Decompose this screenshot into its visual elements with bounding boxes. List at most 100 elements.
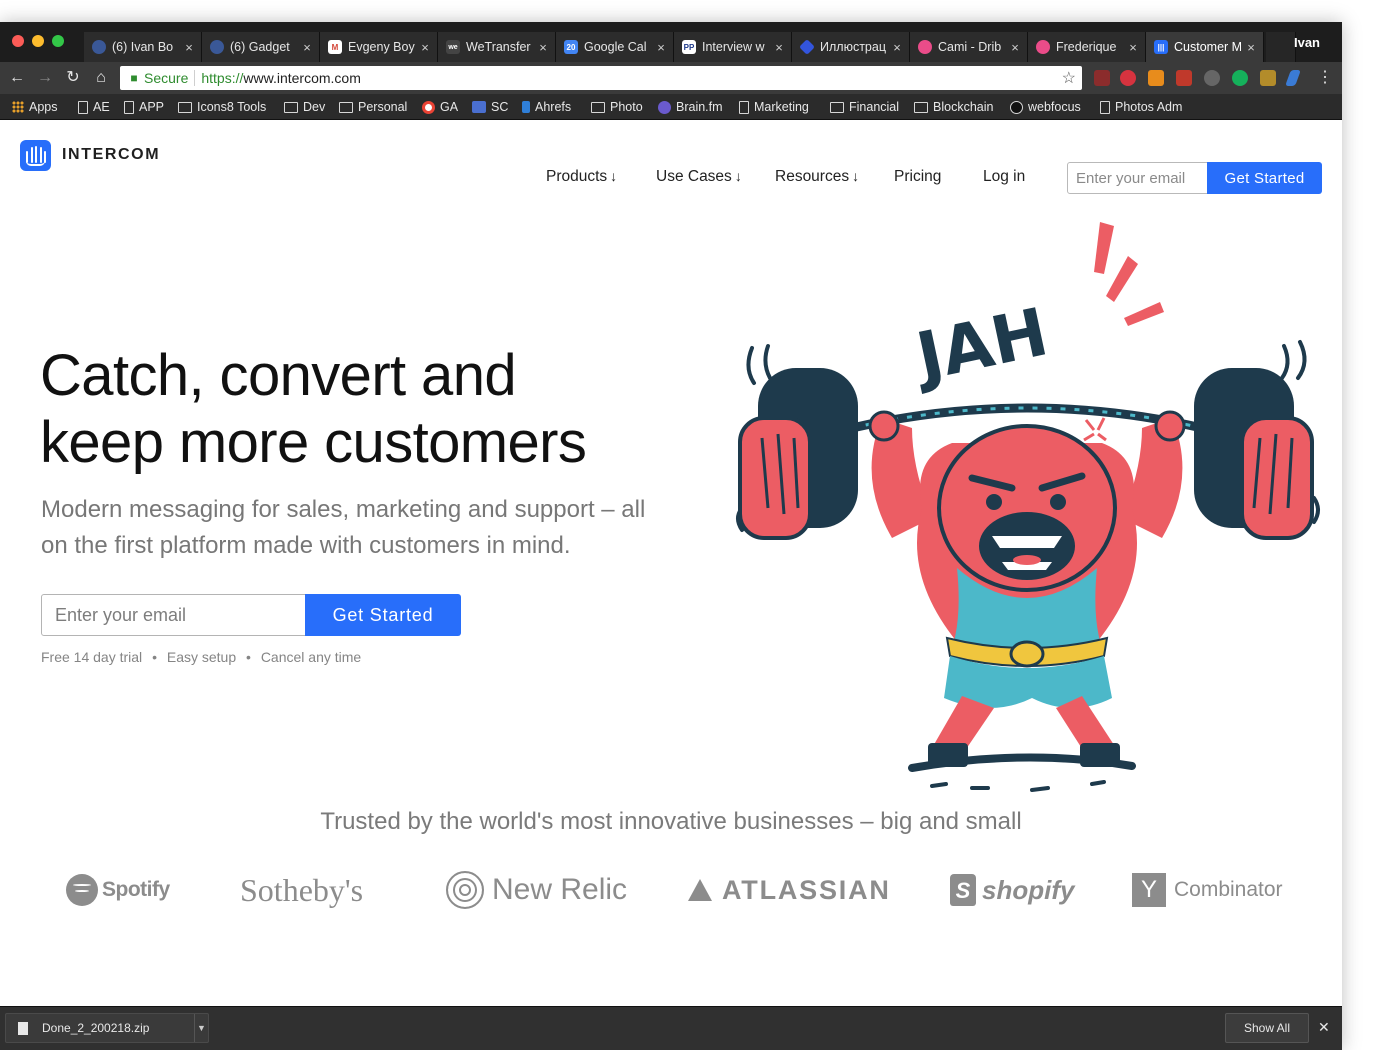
star-extension-icon[interactable] (1148, 70, 1164, 86)
tab-title: WeTransfer (466, 40, 531, 54)
profile-name[interactable]: Ivan (1294, 35, 1320, 50)
browser-tab-active[interactable]: ||| Customer M × (1146, 32, 1264, 62)
info-extension-icon[interactable] (1204, 70, 1220, 86)
bookmark-item[interactable]: GA (422, 98, 458, 116)
browser-tab[interactable]: (6) Gadget × (202, 32, 320, 62)
browser-tab[interactable]: we WeTransfer × (438, 32, 556, 62)
layers-favicon-icon (799, 39, 815, 55)
tab-close-icon[interactable]: × (419, 40, 431, 55)
url-host: www.intercom.com (243, 70, 361, 86)
browser-toolbar: ← → ↻ ⌂ ■ Secure https:// www.intercom.c… (0, 62, 1342, 94)
intercom-logo-icon[interactable] (20, 140, 51, 171)
bookmark-item[interactable]: SC (472, 98, 508, 116)
bookmark-item[interactable]: webfocus (1010, 98, 1081, 116)
browser-tab[interactable]: Cami - Drib × (910, 32, 1028, 62)
tab-title: (6) Ivan Bo (112, 40, 174, 54)
grammarly-icon[interactable] (1232, 70, 1248, 86)
nav-products[interactable]: Products ↓ (546, 168, 617, 186)
menu-dots-icon[interactable]: ⋮ (1314, 67, 1336, 89)
new-relic-icon (446, 871, 484, 909)
nav-use-cases[interactable]: Use Cases ↓ (656, 168, 742, 186)
tab-title: Frederique (1056, 40, 1117, 54)
nav-resources[interactable]: Resources ↓ (775, 168, 859, 186)
bookmark-star-icon[interactable]: ☆ (1062, 68, 1076, 88)
browser-tab[interactable]: Иллюстрац × (792, 32, 910, 62)
bookmark-item[interactable]: APP (124, 98, 164, 116)
ahrefs-icon (522, 101, 530, 113)
pinterest-icon[interactable] (1120, 70, 1136, 86)
browser-tab[interactable]: M Evgeny Boy × (320, 32, 438, 62)
bookmark-item[interactable]: Blockchain (914, 98, 993, 116)
forward-arrow-icon[interactable]: → (34, 67, 56, 89)
keywords-extension-icon[interactable] (1260, 70, 1276, 86)
extension-icon[interactable] (1094, 70, 1110, 86)
new-tab-button[interactable] (1266, 32, 1296, 62)
tab-title: Cami - Drib (938, 40, 1002, 54)
hero-get-started-button[interactable]: Get Started (305, 594, 461, 636)
browser-tab[interactable]: PP Interview w × (674, 32, 792, 62)
arrow-down-icon: ↓ (852, 168, 860, 184)
bookmark-item[interactable]: Photo (591, 98, 643, 116)
facebook-favicon-icon (210, 40, 224, 54)
tab-close-icon[interactable]: × (1127, 40, 1139, 55)
folder-icon (591, 101, 605, 113)
chevron-down-icon[interactable]: ▼ (194, 1014, 208, 1042)
y-combinator-icon: Y (1132, 873, 1166, 907)
tab-close-icon[interactable]: × (655, 40, 667, 55)
folder-icon (284, 101, 298, 113)
note-separator: • (152, 649, 157, 665)
show-all-downloads-button[interactable]: Show All (1225, 1013, 1309, 1043)
extension-icon[interactable] (1176, 70, 1192, 86)
bookmark-item[interactable]: Brain.fm (658, 98, 723, 116)
page-icon (1100, 100, 1110, 114)
folder-icon (914, 101, 928, 113)
window-maximize-button[interactable] (52, 35, 64, 47)
apps-grid-icon (12, 101, 24, 113)
bookmark-item[interactable]: AE (78, 98, 110, 116)
reload-icon[interactable]: ↻ (62, 67, 84, 89)
tab-close-icon[interactable]: × (1245, 40, 1257, 55)
window-close-button[interactable] (12, 35, 24, 47)
hero-email-input[interactable] (41, 594, 306, 636)
url-separator (194, 70, 196, 86)
bookmark-item[interactable]: Apps (12, 98, 58, 116)
header-email-input[interactable] (1067, 162, 1208, 194)
browser-tab[interactable]: 20 Google Cal × (556, 32, 674, 62)
browser-tab[interactable]: (6) Ivan Bo × (84, 32, 202, 62)
tab-close-icon[interactable]: × (1009, 40, 1021, 55)
logo-wordmark[interactable]: INTERCOM (62, 146, 160, 164)
header-get-started-button[interactable]: Get Started (1207, 162, 1322, 194)
bookmark-item[interactable]: Marketing (739, 98, 809, 116)
weightlifter-illustration: JAH (736, 222, 1320, 792)
tab-close-icon[interactable]: × (301, 40, 313, 55)
webfocus-icon (1010, 100, 1023, 114)
download-shelf: Done_2_200218.zip ▼ Show All ✕ (0, 1006, 1342, 1050)
tab-close-icon[interactable]: × (183, 40, 195, 55)
customer-logo-atlassian: ATLASSIAN (688, 870, 891, 910)
brainfm-icon (658, 100, 671, 114)
address-bar[interactable]: ■ Secure https:// www.intercom.com ☆ (120, 66, 1082, 90)
note-free-trial: Free 14 day trial (41, 649, 143, 665)
bookmark-item[interactable]: Icons8 Tools (178, 98, 266, 116)
tab-close-icon[interactable]: × (773, 40, 785, 55)
tab-close-icon[interactable]: × (891, 40, 903, 55)
page-icon (78, 100, 88, 114)
bookmark-item[interactable]: Personal (339, 98, 407, 116)
bookmark-item[interactable]: Dev (284, 98, 325, 116)
bookmark-item[interactable]: Ahrefs (522, 98, 571, 116)
nav-login[interactable]: Log in (983, 168, 1025, 186)
window-minimize-button[interactable] (32, 35, 44, 47)
download-item[interactable]: Done_2_200218.zip ▼ (5, 1013, 209, 1043)
nav-pricing[interactable]: Pricing (894, 168, 941, 186)
home-icon[interactable]: ⌂ (90, 67, 112, 89)
browser-tab[interactable]: Frederique × (1028, 32, 1146, 62)
bookmark-item[interactable]: Financial (830, 98, 899, 116)
download-file-name: Done_2_200218.zip (42, 1021, 150, 1035)
close-icon[interactable]: ✕ (1318, 1019, 1330, 1036)
tab-title: Google Cal (584, 40, 647, 54)
bookmark-item[interactable]: Photos Adm (1100, 98, 1182, 116)
extension-icon[interactable] (1285, 70, 1301, 86)
tab-close-icon[interactable]: × (537, 40, 549, 55)
back-arrow-icon[interactable]: ← (6, 67, 28, 89)
spotify-icon (66, 874, 98, 906)
